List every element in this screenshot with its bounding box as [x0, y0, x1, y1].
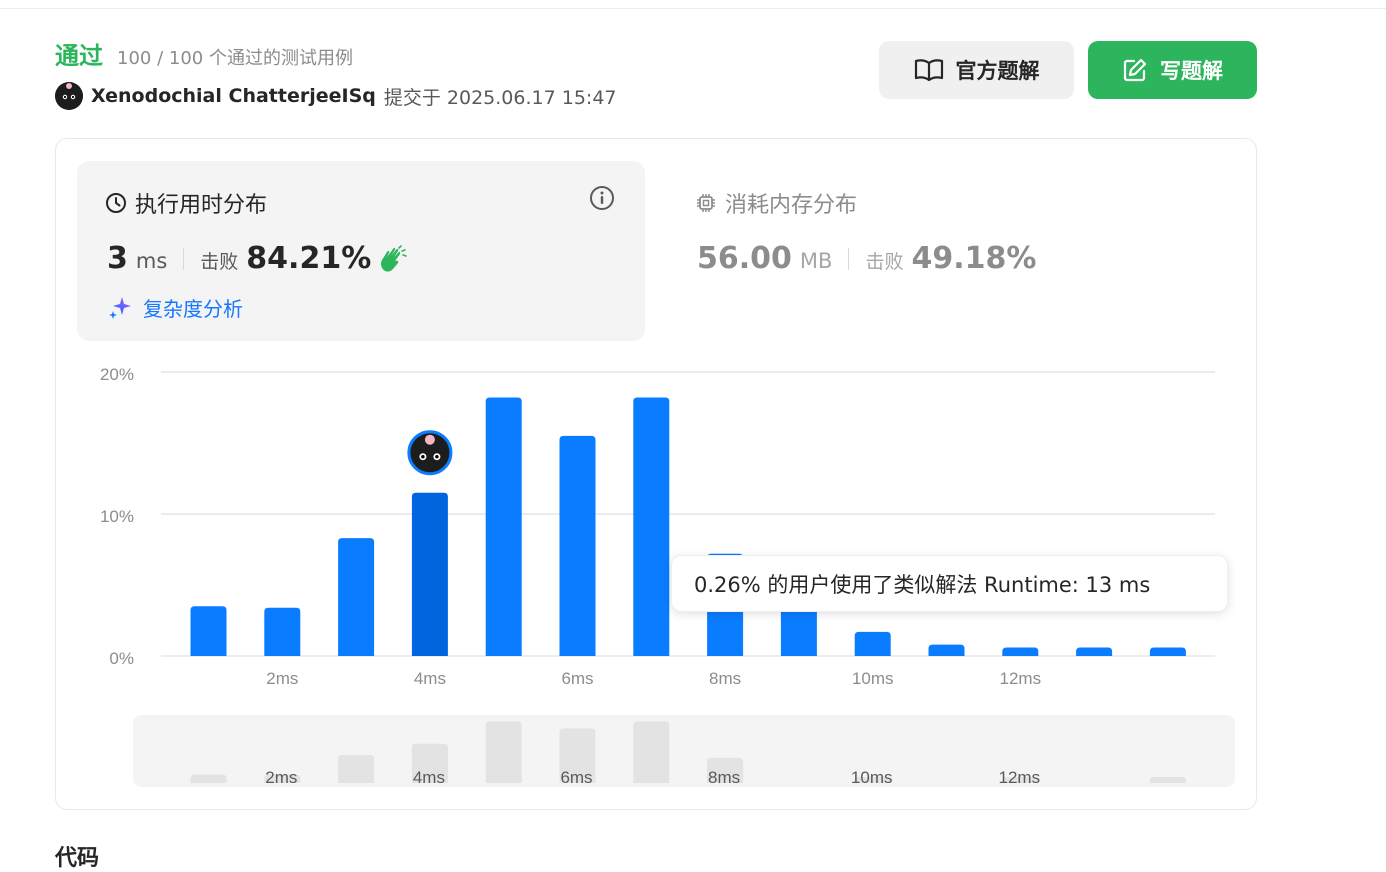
overview-bar: [485, 721, 522, 783]
overview-tick-label: 10ms: [851, 768, 893, 787]
y-tick-label: 0%: [109, 649, 134, 668]
chart-bar[interactable]: [264, 607, 301, 656]
chart-bar[interactable]: [190, 606, 227, 656]
overview-bar: [1149, 777, 1186, 783]
chart-bar[interactable]: [485, 397, 522, 656]
runtime-distribution-chart[interactable]: 0% 10% 20% 2ms 4ms 6ms 8ms 10ms 12ms 2ms 4ms 6ms 8ms…: [0, 0, 1386, 852]
chart-bar[interactable]: [559, 435, 596, 656]
user-avatar-marker: [407, 430, 453, 476]
chart-bar[interactable]: [338, 538, 375, 656]
chart-bar[interactable]: [633, 397, 670, 656]
chart-bar[interactable]: [1002, 647, 1039, 656]
overview-tick-label: 6ms: [560, 768, 592, 787]
x-tick-label: 12ms: [1000, 669, 1042, 688]
code-section-label: 代码: [55, 846, 100, 871]
overview-tick-label: 12ms: [999, 768, 1041, 787]
chart-bar[interactable]: [928, 644, 965, 656]
x-tick-label: 8ms: [709, 669, 741, 688]
y-tick-label: 10%: [100, 507, 134, 526]
overview-tick-label: 4ms: [413, 768, 445, 787]
overview-tick-label: 2ms: [265, 768, 297, 787]
chart-bar[interactable]: [411, 492, 448, 656]
chart-tooltip: 0.26% 的用户使用了类似解法 Runtime: 13 ms: [671, 555, 1228, 612]
chart-bar[interactable]: [1076, 647, 1113, 656]
x-tick-label: 10ms: [852, 669, 894, 688]
overview-bar: [338, 755, 375, 783]
overview-bar: [633, 721, 670, 783]
chart-bar[interactable]: [1149, 647, 1186, 656]
chart-bar[interactable]: [854, 631, 891, 656]
x-tick-label: 2ms: [266, 669, 298, 688]
overview-bar: [190, 774, 227, 783]
x-tick-label: 6ms: [561, 669, 593, 688]
overview-tick-label: 8ms: [708, 768, 740, 787]
x-tick-label: 4ms: [414, 669, 446, 688]
y-tick-label: 20%: [100, 365, 134, 384]
